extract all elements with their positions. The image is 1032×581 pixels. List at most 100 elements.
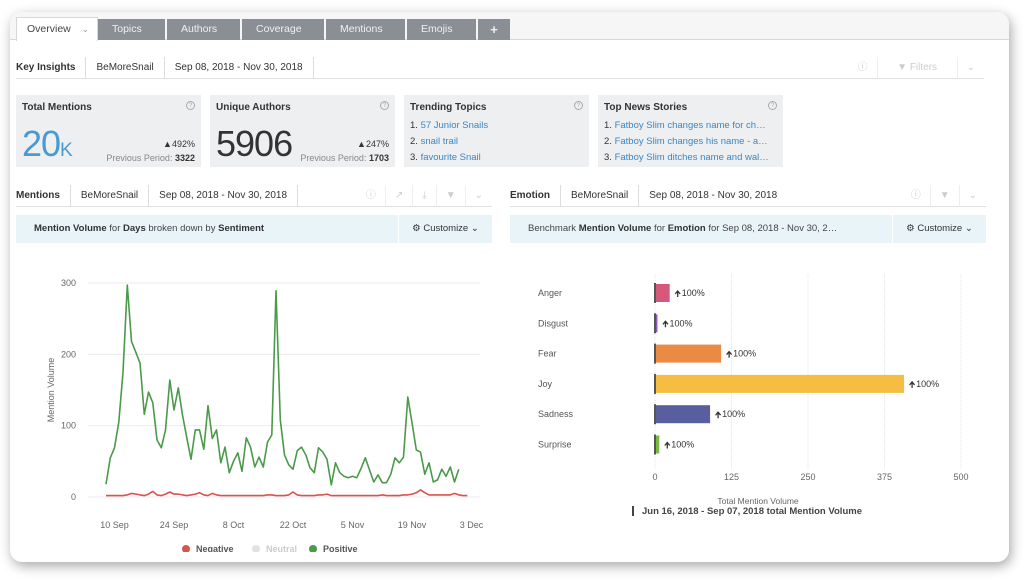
bar-sadness[interactable]	[655, 405, 711, 424]
arrow-up-icon	[715, 411, 722, 419]
arrow-up-icon	[909, 380, 916, 388]
query-label: BeMoreSnail	[71, 184, 150, 207]
download-icon[interactable]: ⤓	[412, 185, 435, 207]
list-item: 3. favourite Snail	[410, 152, 481, 163]
help-icon[interactable]: ⓘ	[849, 57, 877, 79]
x-tick-label: 19 Nov	[398, 520, 427, 530]
unique-authors-value: 5906	[216, 123, 293, 164]
tab-coverage[interactable]: Coverage	[242, 19, 324, 40]
news-link[interactable]: Fatboy Slim ditches name and wal…	[615, 152, 769, 163]
list-item: 1. 57 Junior Snails	[410, 120, 489, 131]
category-label: Sadness	[538, 409, 574, 419]
legend-item-negative[interactable]: Negative	[182, 544, 234, 552]
date-range[interactable]: Sep 08, 2018 - Nov 30, 2018	[149, 184, 299, 207]
gear-icon: ⚙	[412, 223, 421, 234]
previous-period: Previous Period: 1703	[300, 153, 389, 163]
customize-button[interactable]: ⚙ Customize ⌄	[398, 215, 492, 243]
top-news-card: Top News Stories ? 1. Fatboy Slim change…	[598, 95, 783, 167]
gear-icon: ⚙	[906, 223, 915, 234]
category-label: Surprise	[538, 440, 572, 450]
help-icon[interactable]: ?	[768, 101, 777, 110]
tab-topics[interactable]: Topics	[98, 19, 165, 40]
bar-joy[interactable]	[655, 374, 905, 393]
tab-emojis[interactable]: Emojis	[407, 19, 476, 40]
news-link[interactable]: Fatboy Slim changes his name - a…	[615, 136, 768, 147]
x-tick-label: 500	[953, 472, 968, 482]
filter-icon: ▼	[897, 62, 908, 73]
tab-mentions[interactable]: Mentions	[326, 19, 405, 40]
chevron-down-icon: ⌄	[964, 223, 973, 234]
triangle-up-icon: ▲	[357, 139, 366, 149]
list-item: 2. Fatboy Slim changes his name - a…	[604, 136, 768, 147]
bar-fear[interactable]	[655, 344, 722, 363]
benchmark-marker	[654, 373, 656, 394]
help-icon[interactable]: ⓘ	[357, 185, 385, 207]
category-label: Anger	[538, 288, 562, 298]
triangle-up-icon: ▲	[163, 139, 172, 149]
chevron-down-icon: ⌄	[470, 223, 479, 234]
change-percent: ▲247%	[357, 139, 389, 149]
panel-title: Emotion	[510, 184, 561, 207]
arrow-up-icon	[726, 350, 733, 358]
benchmark-marker	[654, 283, 656, 303]
card-title: Top News Stories	[604, 102, 688, 113]
x-tick-label: 0	[652, 472, 657, 482]
tab-bar: Overview ⌄ Topics Authors Coverage Menti…	[10, 12, 1009, 41]
filters-button[interactable]: ▼ Filters	[876, 57, 957, 79]
list-item: 1. Fatboy Slim changes name for ch…	[604, 120, 766, 131]
news-link[interactable]: Fatboy Slim changes name for ch…	[615, 120, 766, 131]
legend-item-neutral[interactable]: Neutral	[252, 544, 297, 552]
help-icon[interactable]: ?	[380, 101, 389, 110]
panel-title: Mentions	[16, 184, 71, 207]
legend-item-positive[interactable]: Positive	[309, 544, 358, 552]
series-line-negative	[106, 489, 468, 497]
arrow-up-icon	[664, 441, 671, 449]
legend-dot-icon	[182, 545, 190, 552]
data-label: 100%	[733, 349, 756, 359]
x-tick-label: 24 Sep	[160, 520, 189, 530]
legend-dot-icon	[309, 545, 317, 552]
change-percent: ▲492%	[163, 139, 195, 149]
add-tab-button[interactable]: +	[478, 19, 510, 40]
card-title: Unique Authors	[216, 102, 291, 113]
legend-label: Positive	[323, 544, 358, 552]
benchmark-marker	[654, 313, 656, 334]
section-title: Key Insights	[16, 56, 87, 79]
help-icon[interactable]: ⓘ	[902, 185, 930, 207]
category-label: Disgust	[538, 318, 569, 328]
date-range[interactable]: Sep 08, 2018 - Nov 30, 2018	[165, 56, 314, 79]
date-range[interactable]: Sep 08, 2018 - Nov 30, 2018	[639, 185, 787, 207]
topic-link[interactable]: snail trail	[421, 136, 459, 147]
query-label: BeMoreSnail	[561, 184, 640, 207]
chevron-down-icon[interactable]: ⌄	[464, 185, 492, 207]
category-label: Fear	[538, 349, 557, 359]
x-tick-label: 10 Sep	[100, 520, 129, 530]
x-tick-label: 3 Dec	[460, 520, 484, 530]
tab-overview[interactable]: Overview ⌄	[16, 17, 98, 41]
line-chart-icon[interactable]: ↗	[384, 185, 412, 207]
customize-button[interactable]: ⚙ Customize ⌄	[892, 215, 986, 243]
help-icon[interactable]: ?	[186, 101, 195, 110]
topic-link[interactable]: 57 Junior Snails	[421, 120, 489, 131]
data-label: 100%	[722, 409, 745, 419]
y-tick-label: 300	[61, 278, 76, 288]
arrow-up-icon	[662, 320, 669, 328]
chart-description: Mention Volume for Days broken down by S…	[34, 223, 265, 234]
benchmark-marker-icon	[632, 506, 634, 517]
x-tick-label: 5 Nov	[341, 520, 365, 530]
chevron-down-icon[interactable]: ⌄	[956, 57, 984, 79]
total-mentions-card: Total Mentions ? 20K ▲492% Previous Peri…	[16, 95, 201, 167]
tab-label: Overview	[27, 23, 71, 35]
arrow-up-icon	[674, 289, 681, 297]
filter-icon[interactable]: ▼	[435, 185, 465, 207]
list-item: 2. snail trail	[410, 136, 459, 147]
tab-authors[interactable]: Authors	[167, 19, 240, 40]
previous-period: Previous Period: 3322	[106, 153, 195, 163]
filter-icon[interactable]: ▼	[929, 185, 959, 207]
help-icon[interactable]: ?	[574, 101, 583, 110]
query-label: BeMoreSnail	[86, 56, 165, 79]
chevron-down-icon[interactable]: ⌄	[958, 185, 986, 207]
chevron-down-icon[interactable]: ⌄	[81, 18, 89, 40]
topic-link[interactable]: favourite Snail	[421, 152, 481, 163]
bar-anger[interactable]	[655, 284, 670, 302]
